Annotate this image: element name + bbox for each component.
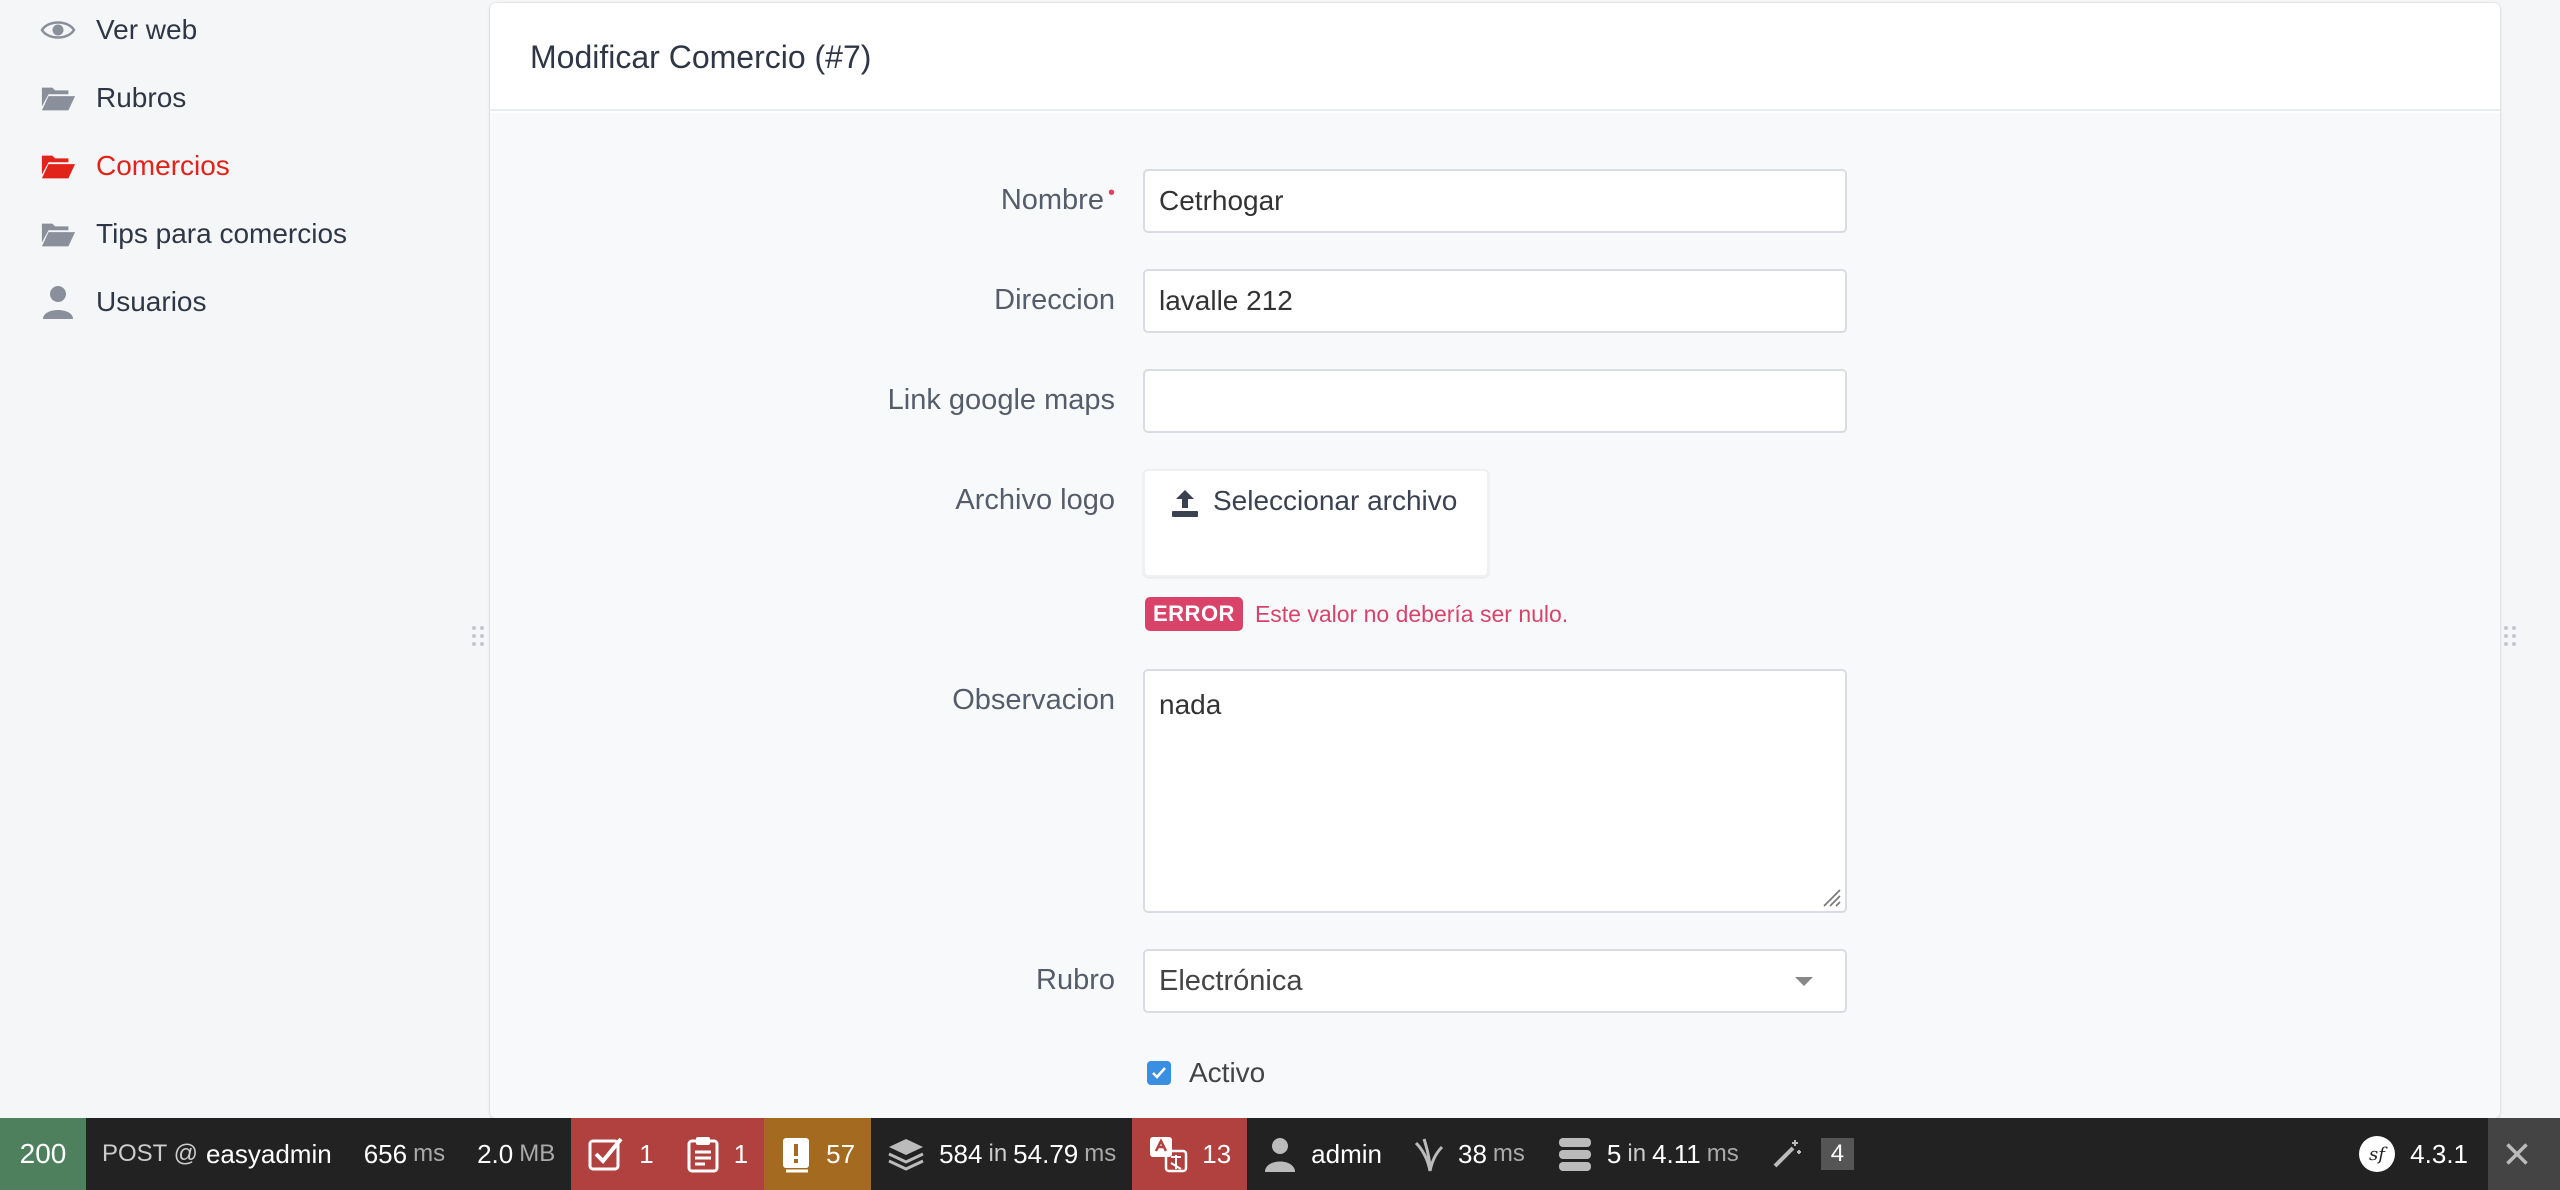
folder-open-icon (40, 216, 76, 252)
observacion-textarea[interactable]: nada (1143, 669, 1847, 913)
card-header: Modificar Comercio (#7) (490, 3, 2500, 111)
activo-label: Activo (1189, 1057, 1266, 1088)
required-marker: • (1107, 182, 1115, 204)
select-file-label: Seleccionar archivo (1213, 485, 1458, 516)
sidebar-item-label: Ver web (96, 14, 198, 45)
edit-form-card: Modificar Comercio (#7) Nombre • Cetrhoga… (490, 3, 2500, 1118)
sidebar-item-label: Comercios (96, 150, 230, 181)
nombre-input[interactable]: Cetrhogar (1143, 169, 1847, 233)
forms-panel[interactable]: 1 (571, 1118, 670, 1190)
textarea-resize-grip-icon[interactable] (1819, 885, 1841, 907)
user-icon (40, 284, 76, 320)
logo-error: ERROR Este valor no debería ser nulo. (1145, 597, 1568, 631)
folder-open-icon (40, 80, 76, 116)
debug-toolbar: 200 POST @ easyadmin 656 ms 2.0 MB 1 1 57 … (0, 1118, 2560, 1190)
sidebar-item-comercios[interactable]: Comercios (40, 136, 230, 196)
chevron-down-icon (1795, 976, 1813, 986)
clipboard-icon (687, 1137, 719, 1173)
request-info[interactable]: POST @ easyadmin (86, 1118, 348, 1190)
close-icon (2506, 1143, 2528, 1165)
database-panel[interactable]: 5 in 4.11 ms (1541, 1118, 1755, 1190)
rubro-label: Rubro (1036, 964, 1115, 996)
alert-book-icon (783, 1138, 810, 1173)
user-icon (1265, 1138, 1296, 1172)
activo-checkbox-row[interactable]: Activo (1147, 1057, 1265, 1089)
magic-panel[interactable]: 4 (1755, 1118, 1870, 1190)
symfony-logo-icon: sf (2359, 1136, 2396, 1172)
observacion-label: Observacion (952, 684, 1115, 716)
resize-handle-left-icon[interactable] (470, 624, 486, 648)
folder-open-icon (40, 148, 76, 184)
sidebar-item-label: Tips para comercios (96, 218, 348, 249)
archivo-logo-label: Archivo logo (955, 484, 1115, 516)
security-panel[interactable]: admin (1247, 1118, 1398, 1190)
symfony-version-panel[interactable]: sf 4.3.1 (2342, 1118, 2488, 1190)
activo-checkbox[interactable] (1147, 1061, 1171, 1085)
close-toolbar-button[interactable] (2488, 1118, 2560, 1190)
error-message: Este valor no debería ser nulo. (1254, 600, 1569, 627)
layers-icon (888, 1139, 924, 1171)
form-body: Nombre • Cetrhogar Direccion lavalle 212 … (490, 113, 2500, 1118)
validator-panel[interactable]: 1 (669, 1118, 765, 1190)
direccion-label: Direccion (994, 284, 1115, 316)
sidebar-item-ver-web[interactable]: Ver web (40, 0, 197, 60)
translation-panel[interactable]: 13 (1132, 1118, 1248, 1190)
select-file-button[interactable]: Seleccionar archivo (1143, 469, 1489, 577)
magic-wand-icon (1773, 1140, 1801, 1168)
sidebar-item-rubros[interactable]: Rubros (40, 68, 186, 128)
sidebar: Ver web Rubros Comercios Tips para comer… (0, 0, 460, 1118)
sidebar-item-label: Rubros (96, 82, 187, 113)
link-google-maps-input[interactable] (1143, 369, 1847, 433)
upload-icon (1169, 487, 1201, 519)
error-badge: ERROR (1145, 597, 1243, 631)
observacion-value: nada (1159, 689, 1222, 720)
check-icon (1152, 1067, 1166, 1079)
direccion-input[interactable]: lavalle 212 (1143, 269, 1847, 333)
time-panel[interactable]: 656 ms (348, 1118, 461, 1190)
rubro-select[interactable]: Electrónica (1143, 949, 1847, 1013)
page-title: Modificar Comercio (#7) (530, 39, 872, 75)
sidebar-item-tips-para-comercios[interactable]: Tips para comercios (40, 204, 347, 264)
memory-panel[interactable]: 2.0 MB (461, 1118, 571, 1190)
nombre-label: Nombre • (1000, 182, 1115, 216)
database-icon (1558, 1138, 1591, 1171)
logs-panel[interactable]: 57 (764, 1118, 872, 1190)
events-panel[interactable]: 38 ms (1398, 1118, 1541, 1190)
link-google-maps-label: Link google maps (887, 384, 1115, 416)
rubro-selected-value: Electrónica (1159, 964, 1303, 997)
events-icon (1414, 1138, 1444, 1172)
resize-handle-right-icon[interactable] (2502, 624, 2518, 648)
twig-panel[interactable]: 584 in 54.79 ms (871, 1118, 1132, 1190)
eye-icon (40, 12, 76, 48)
status-code[interactable]: 200 (0, 1118, 86, 1190)
sidebar-item-label: Usuarios (96, 286, 207, 317)
translate-icon (1150, 1137, 1188, 1173)
sidebar-item-usuarios[interactable]: Usuarios (40, 272, 206, 332)
checkbox-icon (588, 1137, 623, 1171)
